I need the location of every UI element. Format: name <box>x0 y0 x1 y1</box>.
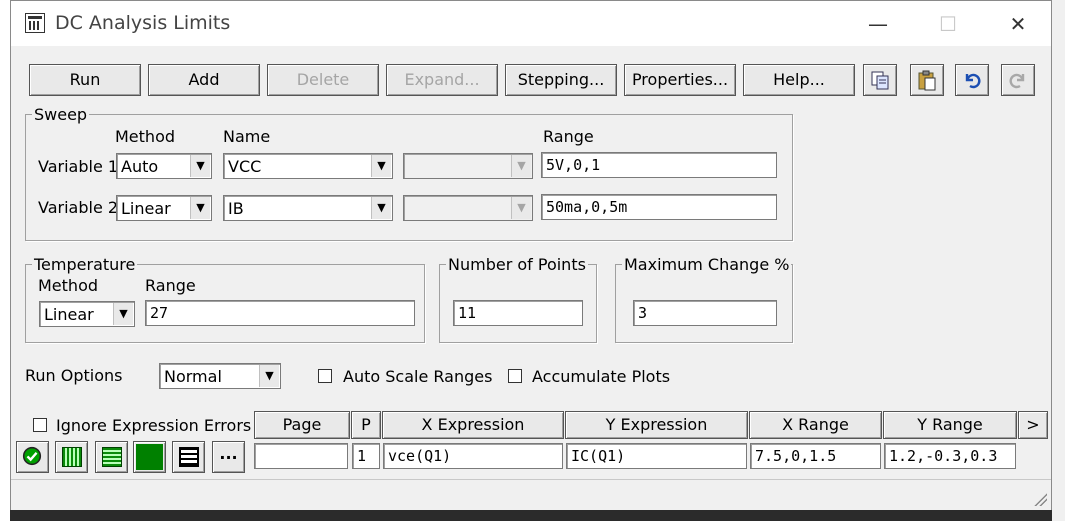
row-y-expression-input[interactable]: IC(Q1) <box>566 443 747 469</box>
minimize-button[interactable]: — <box>855 9 901 39</box>
add-button[interactable]: Add <box>148 64 260 96</box>
scroll-right-button[interactable]: > <box>1018 411 1048 439</box>
plot-color-button[interactable] <box>133 441 166 473</box>
plot-color-swatch <box>136 444 163 470</box>
redo-icon <box>1001 64 1035 96</box>
properties-button[interactable]: Properties... <box>624 64 736 96</box>
chevron-down-icon[interactable]: ▼ <box>371 155 391 177</box>
dc-analysis-limits-window: DC Analysis Limits — ☐ ✕ Run Add Delete … <box>10 0 1052 510</box>
variable-2-range-input[interactable]: 50ma,0,5m <box>541 194 777 220</box>
paste-icon[interactable] <box>910 64 944 96</box>
vertical-grid-icon <box>62 447 82 467</box>
table-icon <box>179 447 199 467</box>
copy-icon[interactable] <box>863 64 897 96</box>
stepping-button[interactable]: Stepping... <box>505 64 617 96</box>
resize-grip-icon[interactable] <box>1033 492 1047 506</box>
variable-2-name-value: IB <box>228 199 244 218</box>
temperature-method-select[interactable]: Linear ▼ <box>39 301 135 327</box>
number-of-points-group: Number of Points <box>439 255 597 343</box>
horizontal-grid-icon <box>102 447 122 467</box>
app-icon <box>25 13 45 33</box>
column-header-p[interactable]: P <box>351 411 381 439</box>
background-right <box>1052 0 1065 521</box>
variable-2-extra-select: ▼ <box>403 195 533 221</box>
temperature-method-value: Linear <box>44 305 94 324</box>
chevron-down-icon[interactable]: ▼ <box>113 303 133 325</box>
run-button[interactable]: Run <box>29 64 141 96</box>
temperature-group: Temperature <box>25 255 425 343</box>
maximum-change-group: Maximum Change % <box>615 255 793 343</box>
close-button[interactable]: ✕ <box>995 9 1041 39</box>
help-button[interactable]: Help... <box>743 64 855 96</box>
vertical-grid-button[interactable] <box>55 441 88 473</box>
row-p-input[interactable]: 1 <box>352 443 380 469</box>
window-title: DC Analysis Limits <box>55 12 231 34</box>
variable-2-name-select[interactable]: IB ▼ <box>223 195 393 221</box>
chevron-down-icon: ▼ <box>511 197 531 219</box>
maximize-button: ☐ <box>939 12 957 36</box>
delete-button: Delete <box>267 64 379 96</box>
green-check-icon <box>22 446 42 466</box>
row-page-input[interactable] <box>254 443 348 469</box>
variable-1-method-select[interactable]: Auto ▼ <box>116 153 212 179</box>
accumulate-plots-label[interactable]: Accumulate Plots <box>532 367 670 386</box>
row-x-expression-input[interactable]: vce(Q1) <box>383 443 563 469</box>
maximum-change-input[interactable]: 3 <box>633 300 777 326</box>
column-header-page[interactable]: Page <box>254 411 350 439</box>
variable-2-method-select[interactable]: Linear ▼ <box>116 195 212 221</box>
variable-1-method-value: Auto <box>121 157 159 176</box>
temperature-legend: Temperature <box>34 255 136 274</box>
expand-button: Expand... <box>386 64 498 96</box>
run-options-value: Normal <box>164 367 222 386</box>
background-left <box>0 0 10 521</box>
variable-2-method-value: Linear <box>121 199 171 218</box>
horizontal-grid-button[interactable] <box>95 441 128 473</box>
table-format-button[interactable] <box>172 441 205 473</box>
column-header-x-range[interactable]: X Range <box>749 411 882 439</box>
ignore-errors-checkbox[interactable] <box>33 418 47 432</box>
variable-2-label: Variable 2 <box>38 198 119 217</box>
auto-scale-checkbox[interactable] <box>318 369 332 383</box>
run-options-select[interactable]: Normal ▼ <box>159 363 281 389</box>
undo-icon[interactable] <box>955 64 989 96</box>
chevron-down-icon[interactable]: ▼ <box>190 155 210 177</box>
temperature-range-input[interactable]: 27 <box>145 300 415 326</box>
sweep-range-header: Range <box>543 127 594 146</box>
sweep-legend: Sweep <box>34 105 88 124</box>
auto-scale-label[interactable]: Auto Scale Ranges <box>343 367 492 386</box>
chevron-down-icon[interactable]: ▼ <box>190 197 210 219</box>
variable-1-name-select[interactable]: VCC ▼ <box>223 153 393 179</box>
column-header-x-expression[interactable]: X Expression <box>382 411 564 439</box>
variable-1-name-value: VCC <box>228 157 262 176</box>
row-x-range-input[interactable]: 7.5,0,1.5 <box>750 443 881 469</box>
variable-1-extra-select: ▼ <box>403 153 533 179</box>
temperature-method-header: Method <box>38 276 99 295</box>
variable-1-range-input[interactable]: 5V,0,1 <box>541 152 777 178</box>
variable-1-label: Variable 1 <box>38 157 119 176</box>
column-header-y-expression[interactable]: Y Expression <box>565 411 748 439</box>
temperature-range-header: Range <box>145 276 196 295</box>
more-options-button[interactable]: ... <box>212 441 245 473</box>
run-options-label: Run Options <box>25 366 123 385</box>
column-header-y-range[interactable]: Y Range <box>883 411 1017 439</box>
sweep-name-header: Name <box>223 127 271 146</box>
enabled-check-button[interactable] <box>16 441 49 473</box>
row-y-range-input[interactable]: 1.2,-0.3,0.3 <box>884 443 1016 469</box>
number-of-points-legend: Number of Points <box>448 255 586 274</box>
status-bar <box>11 479 1051 510</box>
number-of-points-input[interactable]: 11 <box>453 300 583 326</box>
chevron-down-icon: ▼ <box>511 155 531 177</box>
ignore-errors-label[interactable]: Ignore Expression Errors <box>56 416 251 435</box>
chevron-down-icon[interactable]: ▼ <box>259 365 279 387</box>
accumulate-plots-checkbox[interactable] <box>508 369 522 383</box>
title-bar[interactable]: DC Analysis Limits — ☐ ✕ <box>11 1 1051 46</box>
sweep-method-header: Method <box>115 127 176 146</box>
chevron-down-icon[interactable]: ▼ <box>371 197 391 219</box>
maximum-change-legend: Maximum Change % <box>624 255 790 274</box>
